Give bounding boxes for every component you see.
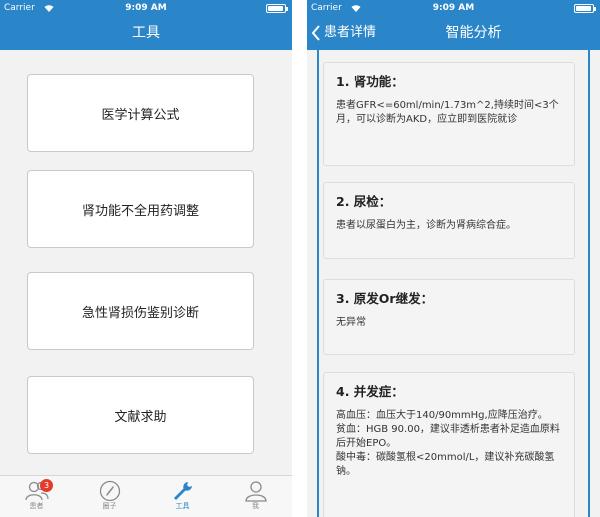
nav-bar: 工具: [0, 16, 292, 50]
tab-label: 我: [252, 502, 259, 510]
literature-request-button[interactable]: 文献求助: [27, 376, 254, 454]
screenshot-stage: Carrier 9:09 AM 工具 医学计算公式 肾功能不全用药调整 急性肾损…: [0, 0, 600, 517]
tab-label: 圈子: [102, 502, 117, 510]
status-time: 9:09 AM: [432, 3, 475, 13]
wrench-icon: [173, 482, 192, 500]
chevron-left-icon: [311, 25, 320, 41]
analysis-content[interactable]: 1. 肾功能： 患者GFR<=60ml/min/1.73m^2,持续时间<3个月…: [307, 50, 600, 517]
status-bar: Carrier 9:09 AM: [0, 0, 292, 16]
page-title: 智能分析: [445, 25, 502, 41]
card-text-anemia: 贫血：HGB 90.00，建议非透析患者补足造血原料后开始EPO。: [336, 424, 560, 449]
tab-patients[interactable]: 3 患者: [0, 476, 73, 517]
renal-dose-adjust-button[interactable]: 肾功能不全用药调整: [27, 170, 254, 248]
card-title: 1. 肾功能：: [336, 74, 404, 89]
page-title: 工具: [132, 25, 160, 41]
analysis-card-urine: 2. 尿检： 患者以尿蛋白为主，诊断为肾病综合症。: [323, 182, 575, 259]
status-time: 9:09 AM: [125, 3, 167, 13]
tab-bar: 3 患者 圈子 工具 我: [0, 475, 292, 517]
analysis-screen: Carrier 9:09 AM 患者详情 智能分析 1. 肾功能： 患者GFR<…: [307, 0, 600, 517]
card-text: 患者GFR<=60ml/min/1.73m^2,持续时间<3个月，可以诊断为AK…: [336, 100, 559, 125]
user-icon: [244, 481, 267, 502]
analysis-card-renal: 1. 肾功能： 患者GFR<=60ml/min/1.73m^2,持续时间<3个月…: [323, 62, 575, 166]
aki-diagnosis-button[interactable]: 急性肾损伤鉴别诊断: [27, 272, 254, 350]
analysis-card-complications: 4. 并发症： 高血压：血压大于140/90mmHg,应降压治疗。 贫血：HGB…: [323, 372, 575, 517]
tab-label: 患者: [29, 502, 44, 510]
tab-label: 工具: [175, 502, 190, 510]
card-title: 3. 原发Or继发：: [336, 291, 434, 306]
tools-menu: 医学计算公式 肾功能不全用药调整 急性肾损伤鉴别诊断 文献求助: [0, 50, 292, 475]
nav-bar: 患者详情 智能分析: [307, 16, 600, 50]
card-text-hypertension: 高血压：血压大于140/90mmHg,应降压治疗。: [336, 410, 548, 421]
compass-icon: [99, 480, 120, 502]
tab-tools[interactable]: 工具: [146, 476, 219, 517]
card-text: 无异常: [336, 317, 366, 328]
analysis-card-primary-secondary: 3. 原发Or继发： 无异常: [323, 279, 575, 355]
card-title: 2. 尿检：: [336, 194, 392, 209]
tools-screen: Carrier 9:09 AM 工具 医学计算公式 肾功能不全用药调整 急性肾损…: [0, 0, 292, 517]
card-text-acidosis: 酸中毒：碳酸氢根<20mmol/L，建议补充碳酸氢钠。: [336, 452, 555, 477]
battery-icon: [266, 4, 288, 13]
status-bar: Carrier 9:09 AM: [307, 0, 600, 16]
card-title: 4. 并发症：: [336, 384, 404, 399]
tab-circle[interactable]: 圈子: [73, 476, 146, 517]
battery-icon: [574, 4, 596, 13]
card-text: 患者以尿蛋白为主，诊断为肾病综合症。: [336, 220, 516, 231]
tab-me[interactable]: 我: [219, 476, 292, 517]
patients-badge: 3: [40, 479, 53, 492]
medical-formula-button[interactable]: 医学计算公式: [27, 74, 254, 152]
